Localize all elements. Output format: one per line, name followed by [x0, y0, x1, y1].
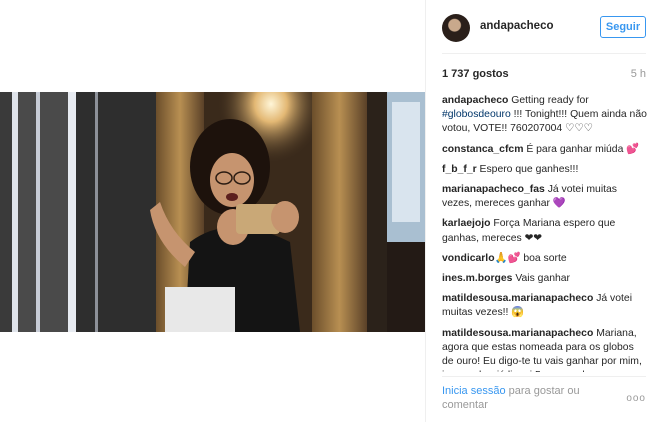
username-link[interactable]: andapacheco	[480, 20, 554, 32]
list-item: vondicarlo🙏💕 boa sorte	[442, 252, 647, 266]
follow-button[interactable]: Seguir	[600, 16, 646, 38]
login-prompt: Inicia sessão para gostar ou comentar	[442, 384, 602, 412]
list-item: marianapacheco_fas Já votei muitas vezes…	[442, 183, 647, 211]
list-item: ines.m.borges Vais ganhar	[442, 272, 647, 286]
list-item: constanca_cfcm É para ganhar miúda 💕	[442, 143, 647, 157]
hashtag-link[interactable]: #globosdeouro	[442, 109, 511, 120]
post-time[interactable]: 5 h	[631, 68, 646, 80]
purple-heart-icon: 💜	[552, 198, 566, 210]
comment-text: É para ganhar miúda	[523, 143, 627, 155]
list-item: f_b_f_r Espero que ganhes!!!	[442, 163, 647, 177]
black-hearts-icon: ❤❤	[524, 232, 543, 244]
comment-user[interactable]: ines.m.borges	[442, 273, 512, 284]
avatar[interactable]	[442, 14, 470, 42]
comment-text: Espero que ganhes!!!	[476, 163, 579, 175]
caption: andapacheco Getting ready for #globosdeo…	[442, 94, 647, 137]
list-item: matildesousa.marianapacheco Já votei mui…	[442, 292, 647, 320]
comment-user[interactable]: matildesousa.marianapacheco	[442, 328, 593, 339]
caption-user[interactable]: andapacheco	[442, 95, 508, 106]
comment-user[interactable]: karlaejojo	[442, 218, 491, 229]
comment-user[interactable]: constanca_cfcm	[442, 144, 523, 155]
login-link[interactable]: Inicia sessão	[442, 385, 506, 397]
comment-user[interactable]: matildesousa.marianapacheco	[442, 293, 593, 304]
pray-hearts-icon: 🙏💕	[494, 252, 521, 264]
comments-list[interactable]: andapacheco Getting ready for #globosdeo…	[442, 94, 647, 372]
comment-user[interactable]: marianapacheco_fas	[442, 184, 545, 195]
scream-emoji-icon: 😱	[511, 307, 525, 319]
comment-text: Vais ganhar	[512, 273, 571, 285]
more-options-icon[interactable]: ooo	[626, 393, 646, 404]
two-hearts-icon: 💕	[626, 143, 640, 155]
post-photo[interactable]	[0, 92, 425, 332]
comment-user[interactable]: vondicarlo	[442, 253, 495, 264]
post-header: andapacheco Seguir	[442, 12, 646, 52]
comment-user[interactable]: f_b_f_r	[442, 164, 477, 175]
list-item: karlaejojo Força Mariana espero que ganh…	[442, 217, 647, 245]
comment-text: boa sorte	[520, 252, 567, 264]
caption-text: Getting ready for	[508, 95, 589, 106]
selfie-image	[0, 92, 425, 332]
divider	[442, 376, 646, 377]
list-item: matildesousa.marianapacheco Mariana, ago…	[442, 327, 647, 372]
post-sidebar: andapacheco Seguir 1 737 gostos 5 h anda…	[425, 0, 660, 422]
divider	[442, 53, 646, 54]
likes-count[interactable]: 1 737 gostos	[442, 68, 509, 80]
